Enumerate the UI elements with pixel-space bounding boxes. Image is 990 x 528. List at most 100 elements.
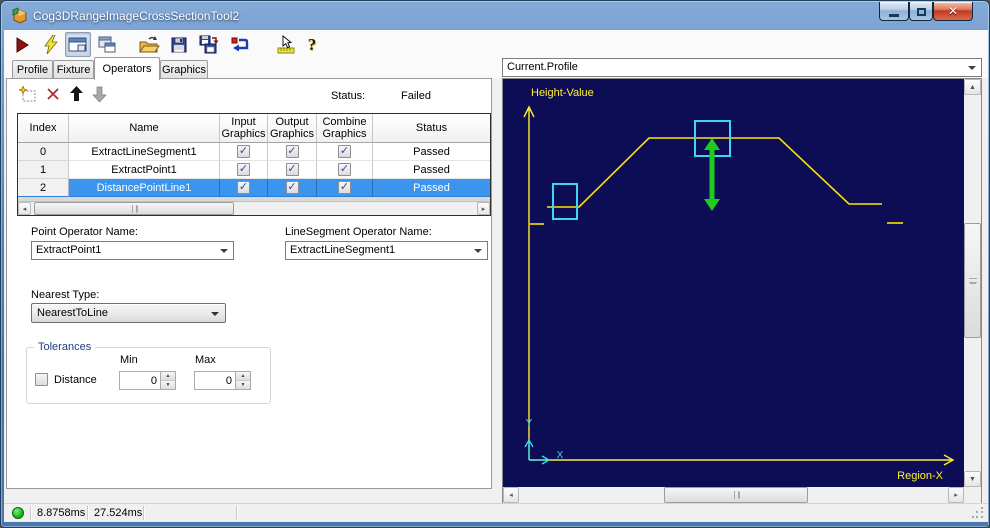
save-button[interactable] — [168, 34, 190, 56]
help-button[interactable]: ? ? — [301, 34, 323, 56]
delete-icon — [47, 88, 59, 100]
interactive-graphics-button[interactable] — [275, 34, 297, 56]
nearest-type-combobox[interactable]: NearestToLine — [31, 303, 226, 323]
distance-arrow-head-bottom — [704, 199, 720, 211]
help-icon: ? ? — [308, 35, 318, 55]
save-floppy-icon — [171, 37, 187, 53]
origin-x-label: X — [557, 450, 564, 461]
input-graphics-checkbox[interactable] — [237, 163, 250, 176]
scroll-thumb[interactable] — [964, 223, 981, 338]
add-operator-icon — [19, 86, 36, 102]
spin-up-icon[interactable]: ▲ — [161, 372, 175, 381]
output-graphics-checkbox[interactable] — [285, 163, 299, 176]
tab-profile[interactable]: Profile — [12, 60, 53, 79]
scroll-left-arrow[interactable]: ◂ — [503, 487, 519, 503]
spin-down-icon[interactable]: ▼ — [236, 381, 250, 389]
point-operator-label: Point Operator Name: — [31, 226, 138, 238]
profile-plot-svg: Height-Value Region-X Y X — [523, 87, 955, 482]
combine-graphics-checkbox[interactable] — [338, 163, 351, 176]
chevron-down-icon — [220, 249, 228, 253]
separator — [30, 506, 31, 520]
reset-button[interactable] — [229, 34, 251, 56]
lightning-icon — [44, 35, 58, 55]
operator-table: Index Name Input Graphics Output Graphic… — [17, 113, 491, 216]
column-header-output-graphics[interactable]: Output Graphics — [268, 114, 317, 142]
close-button[interactable]: ✕ — [933, 2, 973, 21]
separator — [236, 506, 237, 520]
distance-label: Distance — [54, 374, 97, 386]
linesegment-operator-label: LineSegment Operator Name: — [285, 226, 432, 238]
tab-graphics[interactable]: Graphics — [160, 60, 208, 79]
spin-up-icon[interactable]: ▲ — [236, 372, 250, 381]
add-operator-button[interactable] — [19, 86, 37, 103]
min-distance-input[interactable] — [120, 372, 160, 389]
minimize-icon — [889, 13, 899, 17]
title-bar[interactable]: Cog3DRangeImageCrossSectionTool2 ✕ — [2, 2, 988, 30]
scroll-thumb[interactable] — [34, 202, 234, 215]
resize-grip[interactable] — [972, 507, 985, 520]
save-image-button[interactable] — [198, 34, 220, 56]
column-header-status[interactable]: Status — [373, 114, 490, 142]
min-distance-spinner: ▲▼ — [119, 371, 176, 390]
profile-plot[interactable]: Height-Value Region-X Y X — [503, 79, 964, 487]
input-graphics-checkbox[interactable] — [237, 181, 250, 194]
run-button[interactable] — [11, 34, 33, 56]
arrow-up-icon — [69, 85, 83, 101]
run-status-indicator — [12, 507, 24, 519]
thumb-grip — [733, 491, 739, 499]
search-region-box — [552, 183, 578, 220]
combine-graphics-checkbox[interactable] — [338, 145, 351, 158]
maximize-button[interactable] — [909, 2, 933, 21]
output-graphics-checkbox[interactable] — [285, 145, 299, 158]
status-value: Failed — [401, 90, 431, 102]
scroll-right-arrow[interactable]: ▸ — [477, 202, 490, 215]
thumb-grip — [131, 204, 137, 213]
trigger-button[interactable] — [40, 34, 62, 56]
record-selector-combobox[interactable]: Current.Profile — [502, 58, 982, 77]
table-row-selected[interactable]: 2 DistancePointLine1 Passed — [18, 179, 490, 197]
column-header-index[interactable]: Index — [18, 114, 69, 142]
scroll-left-arrow[interactable]: ◂ — [18, 202, 31, 215]
column-header-name[interactable]: Name — [69, 114, 220, 142]
open-folder-icon — [139, 36, 160, 53]
combine-graphics-checkbox[interactable] — [338, 181, 351, 194]
total-time: 27.524ms — [94, 507, 143, 519]
scroll-right-arrow[interactable]: ▸ — [948, 487, 964, 503]
separator — [143, 506, 144, 520]
scroll-up-arrow[interactable]: ▲ — [964, 79, 981, 95]
move-operator-up-button[interactable] — [68, 85, 84, 102]
linesegment-operator-combobox[interactable]: ExtractLineSegment1 — [285, 241, 488, 260]
column-header-combine-graphics[interactable]: Combine Graphics — [317, 114, 373, 142]
thumb-grip — [968, 278, 977, 283]
client-area: ? ? Profile Fixture Operators Graphics S… — [4, 30, 988, 522]
scroll-down-arrow[interactable]: ▼ — [964, 471, 981, 487]
table-row[interactable]: 0 ExtractLineSegment1 Passed — [18, 143, 490, 161]
output-graphics-checkbox[interactable] — [285, 181, 299, 194]
distance-tolerance-checkbox[interactable] — [35, 373, 48, 386]
show-result-display-button[interactable] — [65, 32, 91, 57]
tolerances-caption: Tolerances — [34, 341, 96, 353]
table-row[interactable]: 1 ExtractPoint1 Passed — [18, 161, 490, 179]
move-operator-down-button[interactable] — [91, 85, 107, 102]
float-result-display-button[interactable] — [96, 34, 118, 56]
plot-horizontal-scrollbar[interactable]: ◂ ▸ — [503, 487, 964, 503]
svg-text:?: ? — [308, 35, 317, 54]
delete-operator-button[interactable] — [46, 87, 60, 101]
minimize-button[interactable] — [879, 2, 909, 21]
spin-down-icon[interactable]: ▼ — [161, 381, 175, 389]
pointer-ruler-icon — [277, 35, 295, 54]
operator-table-header: Index Name Input Graphics Output Graphic… — [18, 114, 490, 143]
scroll-thumb[interactable] — [664, 487, 808, 503]
chevron-down-icon — [968, 66, 976, 70]
plot-vertical-scrollbar[interactable]: ▲ ▼ — [964, 79, 981, 487]
max-distance-input[interactable] — [195, 372, 235, 389]
column-header-input-graphics[interactable]: Input Graphics — [220, 114, 268, 142]
y-axis-label: Height-Value — [531, 87, 594, 99]
open-button[interactable] — [138, 34, 160, 56]
table-horizontal-scrollbar[interactable]: ◂ ▸ — [18, 202, 490, 215]
point-operator-combobox[interactable]: ExtractPoint1 — [31, 241, 234, 260]
input-graphics-checkbox[interactable] — [237, 145, 250, 158]
save-image-icon — [199, 35, 219, 54]
tab-operators[interactable]: Operators — [94, 57, 160, 80]
tab-fixture[interactable]: Fixture — [53, 60, 94, 79]
